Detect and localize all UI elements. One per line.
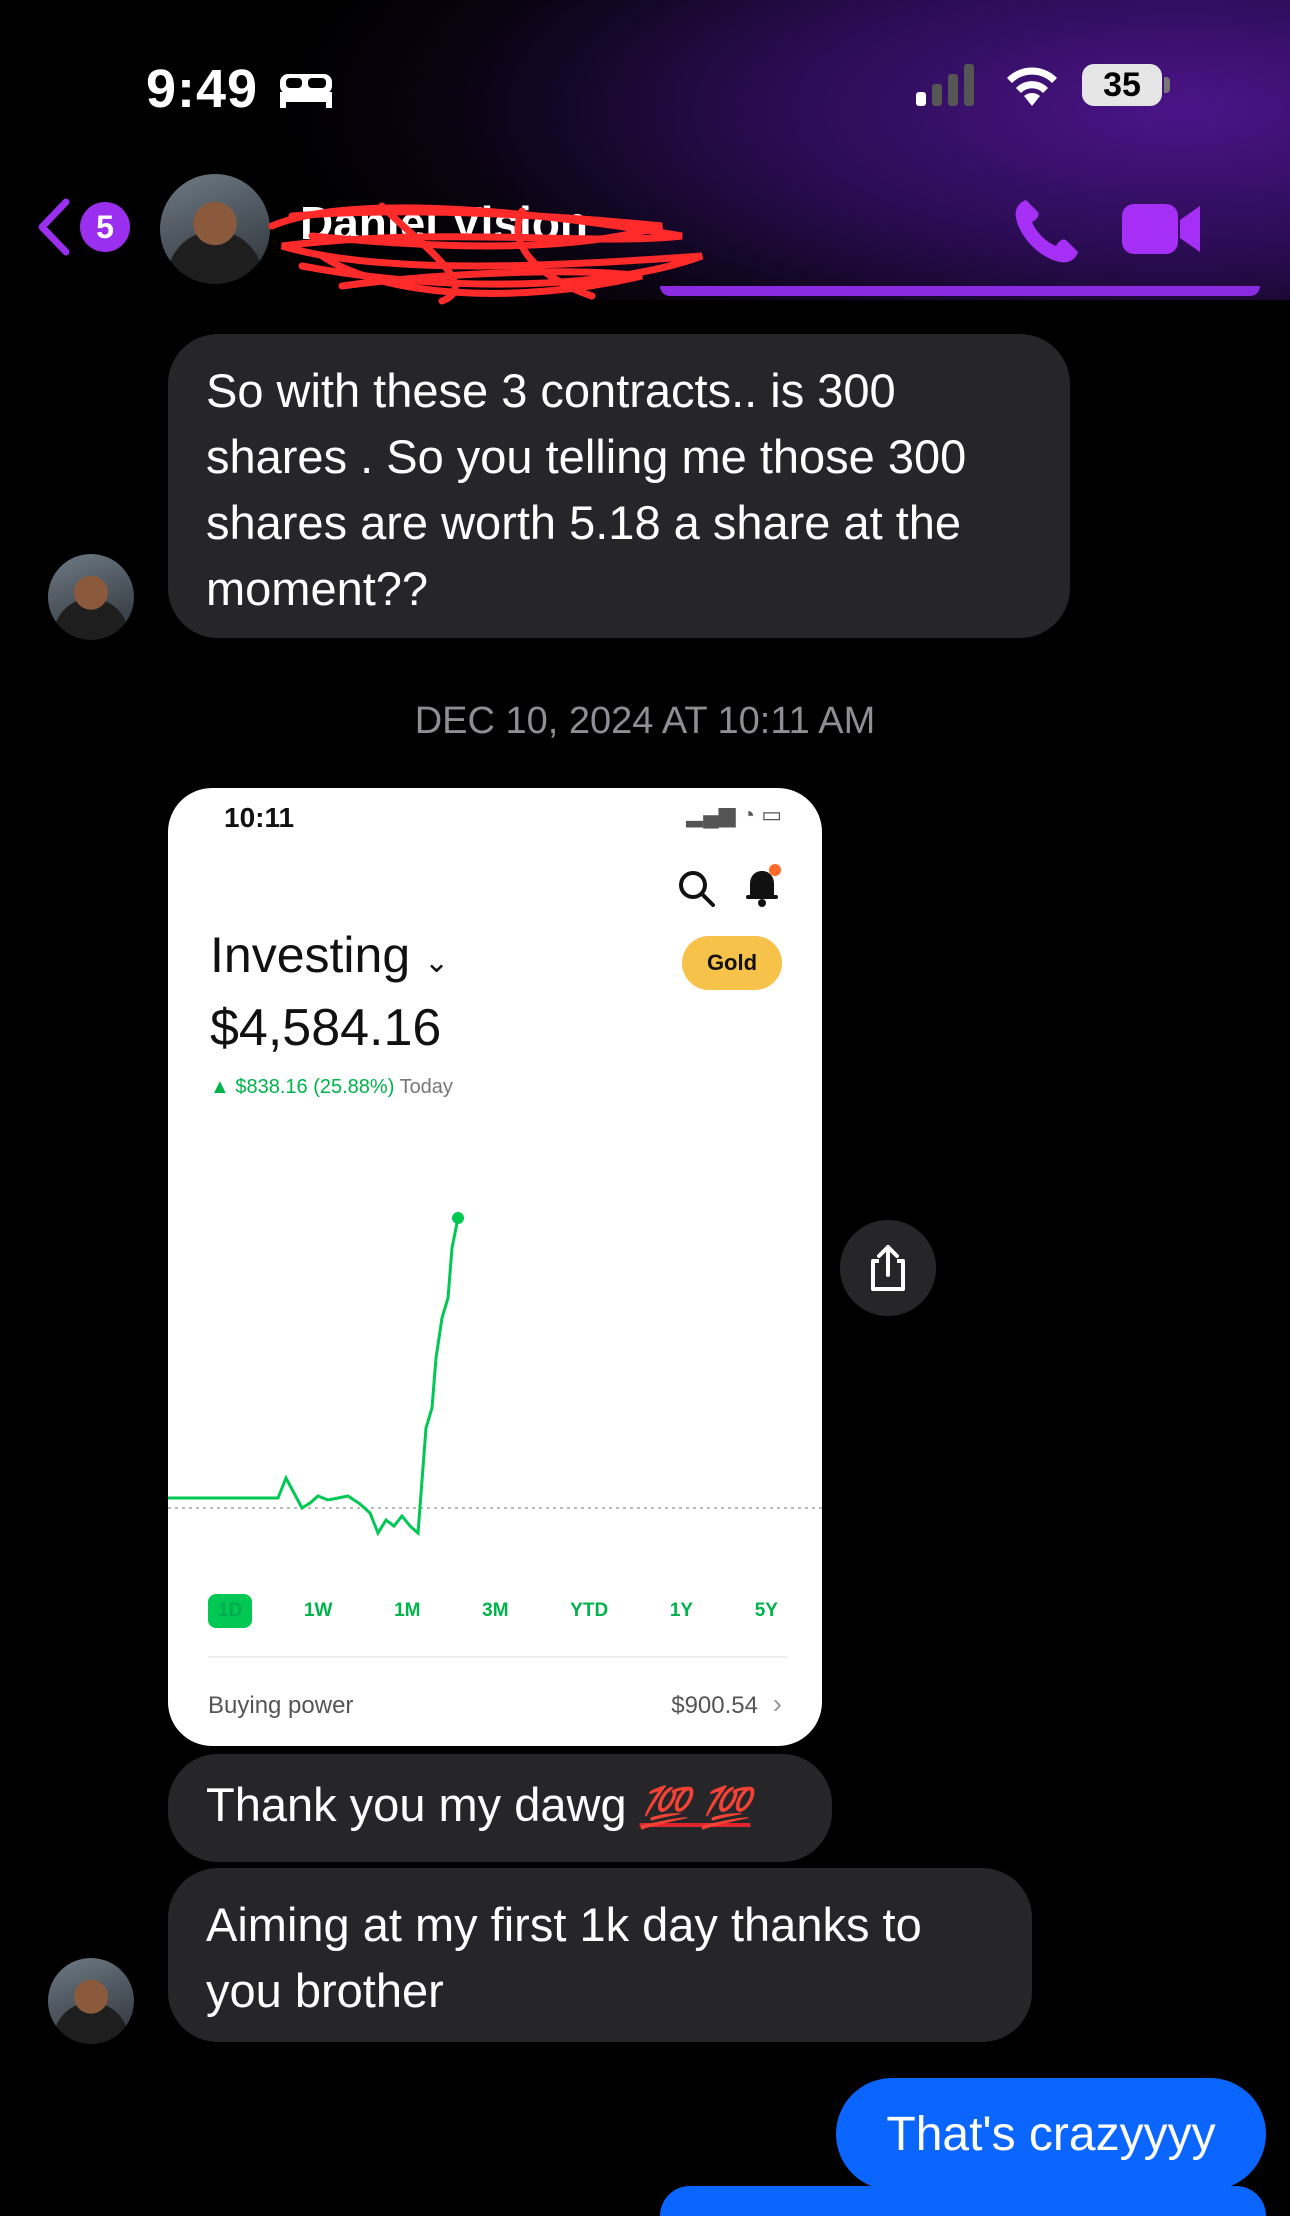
chevron-right-icon: › <box>772 1688 782 1719</box>
range-ytd: YTD <box>570 1600 609 1621</box>
battery-indicator: 35 <box>1082 64 1170 106</box>
portfolio-change: ▲ $838.16 (25.88%) Today <box>210 1076 453 1099</box>
outgoing-message-bubble[interactable]: That's crazyyyy <box>836 2078 1266 2190</box>
battery-level: 35 <box>1082 64 1162 106</box>
portfolio-change-amount: ▲ $838.16 (25.88%) <box>210 1076 395 1098</box>
battery-tip <box>1164 77 1170 93</box>
message-text: Thank you my dawg <box>206 1778 627 1831</box>
share-icon <box>871 1245 905 1291</box>
message-timestamp: DEC 10, 2024 AT 10:11 AM <box>414 700 876 742</box>
attachment-title-text: Investing <box>210 927 411 983</box>
message-text: So with these 3 contracts.. is 300 share… <box>206 364 967 615</box>
range-1m: 1M <box>394 1600 421 1621</box>
contact-avatar[interactable] <box>160 174 270 284</box>
hundred-points-emoji: 💯 💯 <box>639 1786 751 1830</box>
phone-call-icon[interactable] <box>1010 194 1084 268</box>
outgoing-message-bubble-partial[interactable] <box>660 2186 1266 2216</box>
chart-line <box>168 1217 460 1537</box>
buying-power-value: $900.54 <box>671 1692 758 1719</box>
message-text: Aiming at my first 1k day thanks to you … <box>206 1898 922 2017</box>
portfolio-value: $4,584.16 <box>210 999 442 1057</box>
range-1w: 1W <box>303 1600 333 1621</box>
signal-icon <box>916 64 974 106</box>
range-5y: 5Y <box>754 1600 778 1621</box>
bed-icon <box>280 74 332 108</box>
sender-avatar[interactable] <box>48 554 134 640</box>
redaction-scribble <box>268 202 704 305</box>
buying-power-label: Buying power <box>208 1692 354 1719</box>
range-1d: 1D <box>208 1594 253 1628</box>
video-call-icon[interactable] <box>1120 200 1202 258</box>
chevron-down-icon: ⌄ <box>424 946 450 979</box>
unread-count-badge: 5 <box>80 202 130 252</box>
wifi-icon <box>1007 67 1057 106</box>
incoming-message-bubble[interactable]: Aiming at my first 1k day thanks to you … <box>168 1868 1032 2042</box>
status-time: 9:49 <box>146 59 259 119</box>
portfolio-chart <box>168 1212 822 1537</box>
header-accent-line <box>660 286 1260 296</box>
attachment-title: Investing ⌄ <box>210 926 449 984</box>
attachment-status-icons: ▂▄▆ ◔ ▭ <box>686 802 782 827</box>
range-selector: 1D 1W 1M 3M YTD 1Y 5Y <box>208 1594 788 1628</box>
share-button[interactable] <box>840 1220 936 1316</box>
attachment-time: 10:11 <box>224 802 295 833</box>
image-attachment[interactable]: 10:11 ▂▄▆ ◔ ▭ Investing ⌄ Gold $4,584.16… <box>168 788 822 1746</box>
gold-badge: Gold <box>682 936 782 990</box>
back-button[interactable]: 5 <box>36 194 136 260</box>
chart-endpoint <box>452 1212 464 1224</box>
incoming-message-bubble[interactable]: So with these 3 contracts.. is 300 share… <box>168 334 1070 638</box>
bell-icon <box>746 864 781 907</box>
range-1y: 1Y <box>669 1600 694 1621</box>
sender-avatar[interactable] <box>48 1958 134 2044</box>
message-text: That's crazyyyy <box>886 2107 1216 2161</box>
chevron-left-icon <box>38 198 70 256</box>
portfolio-change-period: Today <box>399 1076 453 1098</box>
range-3m: 3M <box>482 1600 509 1621</box>
incoming-message-bubble[interactable]: Thank you my dawg 💯 💯 <box>168 1754 832 1862</box>
search-icon <box>679 871 715 907</box>
divider <box>208 1656 788 1658</box>
